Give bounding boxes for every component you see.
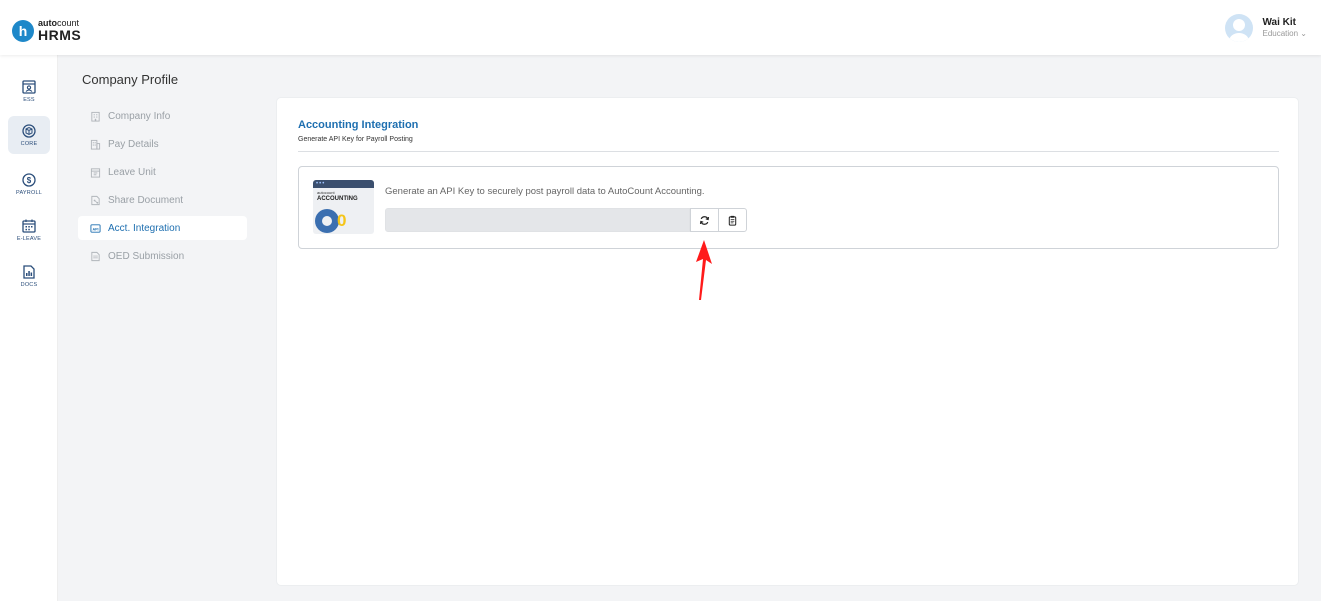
sidebar-item-eleave[interactable]: E-LEAVE xyxy=(8,211,50,249)
submenu-item-oed-submission[interactable]: OED Submission xyxy=(78,244,247,268)
submenu-item-pay-details[interactable]: Pay Details xyxy=(78,132,247,156)
submenu-label: Pay Details xyxy=(108,138,159,150)
building-icon xyxy=(90,139,101,150)
sidebar-label-core: CORE xyxy=(20,140,38,147)
user-name: Wai Kit xyxy=(1262,17,1296,29)
submenu-label: Leave Unit xyxy=(108,166,156,178)
logo-mark: h xyxy=(12,19,34,42)
section-title: Accounting Integration xyxy=(298,119,419,131)
module-sidebar: ESS CORE $ PAYROLL E-LEAVE DOCS xyxy=(0,55,58,601)
app-logo[interactable]: h autocount HRMS xyxy=(12,19,81,42)
generate-api-key-button[interactable] xyxy=(690,208,719,232)
calendar-icon xyxy=(90,167,101,178)
submenu-item-leave-unit[interactable]: Leave Unit xyxy=(78,160,247,184)
company-profile-menu: Company Profile Company Info Pay Details… xyxy=(58,55,268,601)
clipboard-icon xyxy=(728,215,737,226)
submenu-item-acct-integration[interactable]: API Acct. Integration xyxy=(78,216,247,240)
sidebar-label-eleave: E-LEAVE xyxy=(16,235,42,242)
logo-text: autocount HRMS xyxy=(38,19,82,43)
refresh-icon xyxy=(699,215,710,225)
svg-text:$: $ xyxy=(27,176,32,185)
copy-api-key-button[interactable] xyxy=(718,208,747,232)
thumb-brand: autocount xyxy=(317,190,335,195)
user-info[interactable]: Wai Kit Education ⌄ xyxy=(1262,17,1307,39)
submenu-label: Share Document xyxy=(108,194,184,206)
user-organization[interactable]: Education ⌄ xyxy=(1262,29,1307,39)
submenu-label: Company Info xyxy=(108,110,171,122)
sidebar-label-ess: ESS xyxy=(23,96,35,103)
sidebar-item-docs[interactable]: DOCS xyxy=(8,257,50,295)
submenu-title: Company Profile xyxy=(82,72,179,87)
avatar[interactable] xyxy=(1225,14,1254,42)
thumb-dots: ••• xyxy=(316,181,326,187)
calendar-icon xyxy=(22,219,36,233)
api-key-field[interactable] xyxy=(385,208,690,232)
dollar-icon: $ xyxy=(22,172,36,187)
submenu-label: OED Submission xyxy=(108,250,185,262)
user-card-icon xyxy=(22,79,36,94)
building-icon xyxy=(91,111,100,122)
api-key-box: ••• autocount ACCOUNTING 0 Generate an A… xyxy=(298,166,1279,249)
sidebar-item-ess[interactable]: ESS xyxy=(8,72,50,110)
user-menu[interactable]: Wai Kit Education ⌄ xyxy=(1225,14,1307,42)
sidebar-item-payroll[interactable]: $ PAYROLL xyxy=(8,165,50,203)
submenu-item-share-document[interactable]: Share Document xyxy=(78,188,247,212)
submenu-label: Acct. Integration xyxy=(108,222,181,234)
api-key-description: Generate an API Key to securely post pay… xyxy=(385,186,705,197)
autocount-accounting-logo: ••• autocount ACCOUNTING 0 xyxy=(313,180,374,234)
api-icon: API xyxy=(90,223,101,233)
red-arrow-annotation xyxy=(696,240,712,300)
section-subtitle: Generate API Key for Payroll Posting xyxy=(298,136,413,143)
logo-product: HRMS xyxy=(38,27,82,43)
sidebar-label-payroll: PAYROLL xyxy=(16,189,42,196)
sidebar-label-docs: DOCS xyxy=(20,281,38,288)
cube-icon xyxy=(22,123,36,138)
sidebar-item-core[interactable]: CORE xyxy=(8,116,50,154)
top-header: h autocount HRMS Wai Kit Education ⌄ xyxy=(0,0,1321,55)
accounting-integration-panel: Accounting Integration Generate API Key … xyxy=(276,97,1299,586)
document-chart-icon xyxy=(23,264,35,279)
thumb-coin: 0 xyxy=(337,211,347,230)
document-icon xyxy=(91,251,100,261)
section-divider xyxy=(298,151,1279,152)
svg-text:API: API xyxy=(92,227,98,231)
submenu-item-company-info[interactable]: Company Info xyxy=(78,104,247,128)
gear-icon xyxy=(315,209,339,233)
thumb-product: ACCOUNTING xyxy=(317,196,358,202)
share-document-icon xyxy=(91,195,100,205)
